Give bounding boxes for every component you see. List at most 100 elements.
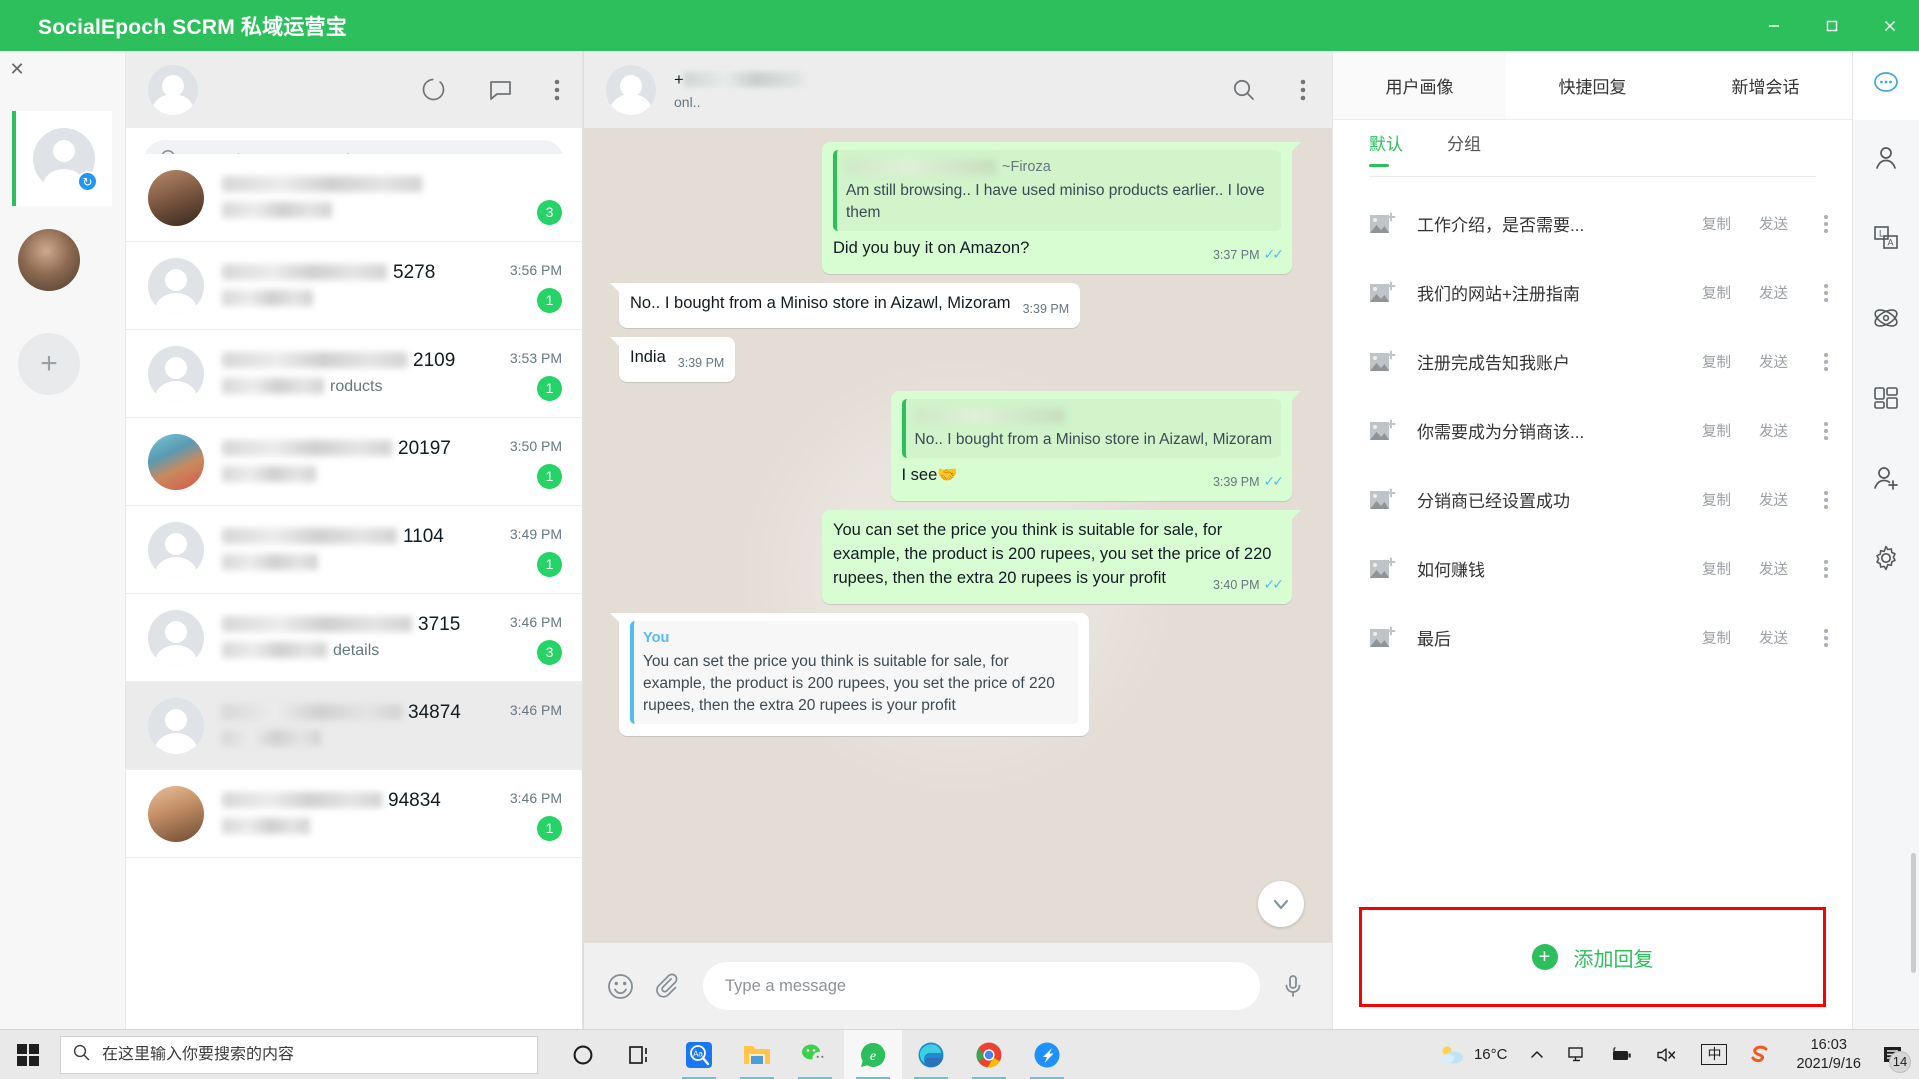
chat-list-item[interactable]: 1104 3:49 PM 1 bbox=[126, 506, 582, 594]
copy-button[interactable]: 复制 bbox=[1702, 420, 1731, 441]
quick-reply-item[interactable]: 工作介绍，是否需要... 复制 发送 bbox=[1333, 189, 1852, 258]
chat-list-item[interactable]: 34874 3:46 PM bbox=[126, 682, 582, 770]
notification-center-button[interactable]: 14 bbox=[1875, 1030, 1911, 1079]
weather-widget[interactable]: 16°C bbox=[1426, 1043, 1519, 1067]
panel-tab[interactable]: 快捷回复 bbox=[1506, 51, 1679, 119]
copy-button[interactable]: 复制 bbox=[1702, 282, 1731, 303]
chat-list[interactable]: 3 5278 3:56 PM 1 2109 roducts 3:53 PM 1 20197 3:5… bbox=[126, 154, 582, 1029]
quick-reply-item[interactable]: 我们的网站+注册指南 复制 发送 bbox=[1333, 258, 1852, 327]
send-button[interactable]: 发送 bbox=[1759, 282, 1788, 303]
menu-icon[interactable] bbox=[554, 78, 560, 102]
account-item-active[interactable]: ↻ bbox=[12, 111, 112, 206]
quick-reply-item[interactable]: 分销商已经设置成功 复制 发送 bbox=[1333, 465, 1852, 534]
copy-button[interactable]: 复制 bbox=[1702, 213, 1731, 234]
taskbar-search-input[interactable] bbox=[102, 1045, 525, 1064]
message-bubble[interactable]: No.. I bought from a Miniso store in Aiz… bbox=[609, 283, 1081, 328]
more-options-icon[interactable] bbox=[1824, 283, 1828, 302]
taskbar-app-task-view[interactable] bbox=[612, 1030, 670, 1079]
taskbar-app-cortana[interactable] bbox=[554, 1030, 612, 1079]
chat-list-item[interactable]: 94834 3:46 PM 1 bbox=[126, 770, 582, 858]
quoted-message[interactable]: ~Firoza Am still browsing.. I have used m… bbox=[833, 150, 1281, 231]
volume-muted-icon[interactable] bbox=[1644, 1046, 1690, 1064]
taskbar-app-whatsapp-scrm[interactable]: e bbox=[844, 1029, 902, 1079]
send-button[interactable]: 发送 bbox=[1759, 489, 1788, 510]
close-icon[interactable]: ✕ bbox=[6, 59, 28, 81]
panel-tab[interactable]: 新增会话 bbox=[1679, 51, 1852, 119]
chat-list-item[interactable]: 3 bbox=[126, 154, 582, 242]
quick-reply-item[interactable]: 注册完成告知我账户 复制 发送 bbox=[1333, 327, 1852, 396]
sogou-ime-icon[interactable] bbox=[1738, 1044, 1782, 1066]
send-button[interactable]: 发送 bbox=[1759, 558, 1788, 579]
tool-rail-item-chat[interactable] bbox=[1852, 51, 1919, 120]
tool-rail-item-apps[interactable] bbox=[1853, 360, 1919, 440]
chat-list-item[interactable]: 2109 roducts 3:53 PM 1 bbox=[126, 330, 582, 418]
message-bubble[interactable]: ~Firoza Am still browsing.. I have used m… bbox=[822, 142, 1301, 274]
copy-button[interactable]: 复制 bbox=[1702, 351, 1731, 372]
battery-icon[interactable] bbox=[1598, 1046, 1644, 1063]
message-input[interactable] bbox=[725, 976, 1238, 996]
clock[interactable]: 16:03 2021/9/16 bbox=[1782, 1036, 1875, 1074]
tool-rail-item-translate[interactable]: L A bbox=[1853, 200, 1919, 280]
panel-tab[interactable]: 用户画像 bbox=[1333, 51, 1506, 119]
quick-reply-list[interactable]: 工作介绍，是否需要... 复制 发送 我们的网站+注册指南 复制 发送 注册完成告知我账户复… bbox=[1333, 177, 1852, 907]
taskbar-app-microsoft-edge[interactable] bbox=[902, 1030, 960, 1079]
menu-icon[interactable] bbox=[1300, 78, 1306, 102]
scrollbar[interactable] bbox=[1911, 853, 1916, 973]
more-options-icon[interactable] bbox=[1824, 628, 1828, 647]
taskbar-search-box[interactable] bbox=[60, 1035, 538, 1074]
tool-rail-item-settings[interactable] bbox=[1853, 520, 1919, 600]
start-button[interactable] bbox=[0, 1043, 56, 1066]
copy-button[interactable]: 复制 bbox=[1702, 489, 1731, 510]
send-button[interactable]: 发送 bbox=[1759, 420, 1788, 441]
add-reply-button[interactable]: + 添加回复 bbox=[1359, 907, 1826, 1007]
chat-list-item[interactable]: 5278 3:56 PM 1 bbox=[126, 242, 582, 330]
message-bubble[interactable]: You can set the price you think is suita… bbox=[822, 510, 1301, 604]
contact-avatar[interactable] bbox=[606, 64, 656, 115]
tool-rail-item-contact[interactable] bbox=[1853, 120, 1919, 200]
more-options-icon[interactable] bbox=[1824, 559, 1828, 578]
taskbar-app-dingtalk[interactable] bbox=[1018, 1030, 1076, 1079]
account-item-photo[interactable] bbox=[18, 229, 80, 291]
more-options-icon[interactable] bbox=[1824, 214, 1828, 233]
tool-rail-item-add-friend[interactable] bbox=[1853, 440, 1919, 520]
more-options-icon[interactable] bbox=[1824, 352, 1828, 371]
copy-button[interactable]: 复制 bbox=[1702, 558, 1731, 579]
send-button[interactable]: 发送 bbox=[1759, 627, 1788, 648]
copy-button[interactable]: 复制 bbox=[1702, 627, 1731, 648]
maximize-button[interactable] bbox=[1803, 0, 1861, 51]
scroll-to-bottom-button[interactable] bbox=[1258, 881, 1304, 927]
attachment-icon[interactable] bbox=[655, 972, 683, 1000]
more-options-icon[interactable] bbox=[1824, 490, 1828, 509]
message-area[interactable]: ~Firoza Am still browsing.. I have used m… bbox=[583, 128, 1332, 943]
panel-subtab[interactable]: 分组 bbox=[1447, 130, 1481, 167]
chat-list-item[interactable]: 20197 3:50 PM 1 bbox=[126, 418, 582, 506]
more-options-icon[interactable] bbox=[1824, 421, 1828, 440]
show-hidden-icons-button[interactable] bbox=[1518, 1047, 1556, 1063]
quick-reply-item[interactable]: 最后 复制 发送 bbox=[1333, 603, 1852, 672]
profile-avatar[interactable] bbox=[148, 64, 198, 115]
message-bubble[interactable]: India 3:39 PM bbox=[609, 337, 736, 382]
message-input-box[interactable] bbox=[703, 962, 1260, 1010]
microphone-icon[interactable] bbox=[1280, 973, 1306, 999]
network-icon[interactable] bbox=[1556, 1046, 1598, 1064]
taskbar-app-translator[interactable]: Aa bbox=[670, 1030, 728, 1079]
quoted-message[interactable]: You You can set the price you think is su… bbox=[630, 621, 1078, 724]
search-icon[interactable] bbox=[1232, 78, 1256, 102]
quoted-message[interactable]: No.. I bought from a Miniso store in Aiz… bbox=[901, 399, 1282, 458]
send-button[interactable]: 发送 bbox=[1759, 213, 1788, 234]
chat-list-item[interactable]: 3715 details 3:46 PM 3 bbox=[126, 594, 582, 682]
quick-reply-item[interactable]: 如何赚钱 复制 发送 bbox=[1333, 534, 1852, 603]
message-bubble[interactable]: No.. I bought from a Miniso store in Aiz… bbox=[890, 391, 1301, 501]
message-bubble[interactable]: You You can set the price you think is su… bbox=[610, 613, 1089, 736]
new-chat-icon[interactable] bbox=[487, 76, 514, 103]
status-ring-icon[interactable] bbox=[420, 76, 447, 103]
add-account-button[interactable]: + bbox=[18, 333, 80, 395]
minimize-button[interactable] bbox=[1745, 0, 1803, 51]
ime-indicator[interactable]: 中 bbox=[1690, 1044, 1738, 1065]
send-button[interactable]: 发送 bbox=[1759, 351, 1788, 372]
emoji-icon[interactable] bbox=[606, 972, 635, 1001]
taskbar-app-wechat[interactable] bbox=[786, 1030, 844, 1079]
quick-reply-item[interactable]: 你需要成为分销商该... 复制 发送 bbox=[1333, 396, 1852, 465]
taskbar-app-file-explorer[interactable] bbox=[728, 1030, 786, 1079]
close-button[interactable] bbox=[1861, 0, 1919, 51]
